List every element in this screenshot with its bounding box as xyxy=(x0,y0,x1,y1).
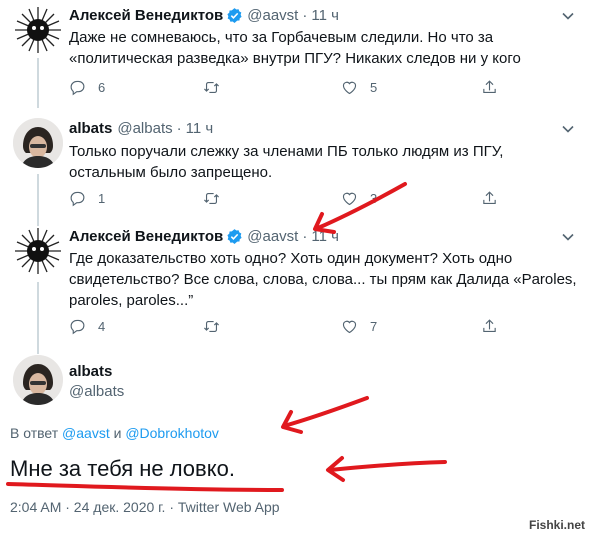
tweet-text: Даже не сомневаюсь, что за Горбачевым сл… xyxy=(69,27,579,69)
tweet-actions: 4 7 xyxy=(69,316,509,336)
tweet-1[interactable]: Алексей Венедиктов @aavst · 11 ч Даже не… xyxy=(0,0,593,108)
tweet-header: Алексей Венедиктов @aavst · 11 ч xyxy=(69,228,339,245)
avatar-aavst-image xyxy=(14,6,62,54)
timestamp[interactable]: 11 ч xyxy=(186,120,214,137)
author-handle[interactable]: @aavst xyxy=(247,7,298,24)
reply-button[interactable]: 1 xyxy=(69,190,105,207)
avatar-albats[interactable] xyxy=(13,355,63,405)
verified-icon xyxy=(227,8,242,23)
tweet-3[interactable]: Алексей Венедиктов @aavst · 11 ч Где док… xyxy=(0,218,593,354)
tweet-meta[interactable]: 2:04 AM · 24 дек. 2020 г. · Twitter Web … xyxy=(10,499,280,515)
tweet-text-line: остальным было запрещено. xyxy=(69,164,273,181)
reply-icon xyxy=(70,319,85,334)
mention-link[interactable]: @aavst xyxy=(62,425,110,441)
tweet-actions: 1 3 xyxy=(69,188,509,208)
timestamp[interactable]: 11 ч xyxy=(311,7,339,24)
tweet-text-line: свидетельство? Все слова, слова, слова..… xyxy=(69,271,577,288)
share-button[interactable] xyxy=(481,318,498,335)
timestamp[interactable]: 11 ч xyxy=(311,228,339,245)
separator-dot: · xyxy=(176,120,182,137)
author-name[interactable]: Алексей Венедиктов xyxy=(69,7,223,24)
retweet-icon xyxy=(204,81,219,93)
reply-to-line: В ответ @aavst и @Dobrokhotov xyxy=(10,425,219,441)
tweet-actions: 6 5 xyxy=(69,77,509,97)
reply-icon xyxy=(70,80,85,95)
share-button[interactable] xyxy=(481,190,498,207)
caret-down-icon[interactable] xyxy=(561,230,575,244)
share-icon xyxy=(483,318,496,332)
main-tweet-text: Мне за тебя не ловко. xyxy=(10,456,235,481)
tweet-header: Алексей Венедиктов @aavst · 11 ч xyxy=(69,7,339,24)
watermark: Fishki.net xyxy=(528,518,585,532)
like-icon xyxy=(342,81,357,94)
reply-button[interactable]: 4 xyxy=(69,318,105,335)
author-handle[interactable]: @aavst xyxy=(247,228,298,245)
reply-count: 4 xyxy=(98,318,106,334)
avatar-aavst[interactable] xyxy=(13,5,63,55)
avatar-aavst-image xyxy=(14,227,62,275)
avatar-albats[interactable] xyxy=(13,118,63,168)
retweet-icon xyxy=(204,320,219,332)
retweet-button[interactable] xyxy=(203,79,220,96)
avatar-albats-image xyxy=(13,118,63,168)
mention-link[interactable]: @Dobrokhotov xyxy=(125,425,219,441)
tweet-text-line: Даже не сомневаюсь, что за Горбачевым сл… xyxy=(69,29,494,46)
like-button[interactable]: 3 xyxy=(341,190,377,207)
tweet-text: Только поручали слежку за членами ПБ тол… xyxy=(69,141,579,183)
reply-icon xyxy=(70,191,85,206)
retweet-icon xyxy=(204,192,219,204)
caret-down-icon[interactable] xyxy=(561,9,575,23)
like-count: 7 xyxy=(370,318,378,334)
tweet-text: Где доказательство хоть одно? Хоть один … xyxy=(69,248,579,311)
like-button[interactable]: 5 xyxy=(341,79,377,96)
caret-down-icon[interactable] xyxy=(561,122,575,136)
tweet-header: albats @albats · 11 ч xyxy=(69,120,213,137)
tweet-text-line: paroles, paroles...” xyxy=(69,292,194,309)
thread-line xyxy=(37,58,39,108)
share-button[interactable] xyxy=(481,79,498,96)
reply-count: 1 xyxy=(98,190,106,206)
author-handle[interactable]: @albats xyxy=(69,383,124,400)
tweet-text-line: Где доказательство хоть одно? Хоть один … xyxy=(69,250,513,267)
reply-prefix: В ответ xyxy=(10,425,59,441)
author-name[interactable]: Алексей Венедиктов xyxy=(69,228,223,245)
tweet-text-line: «политическая разведка» внутри ПГУ? Ника… xyxy=(69,50,521,67)
avatar-aavst[interactable] xyxy=(13,226,63,276)
author-name[interactable]: albats xyxy=(69,363,112,380)
share-icon xyxy=(483,79,496,93)
retweet-button[interactable] xyxy=(203,318,220,335)
main-tweet: albats @albats В ответ @aavst и @Dobrokh… xyxy=(0,343,593,538)
like-icon xyxy=(342,192,357,205)
like-button[interactable]: 7 xyxy=(341,318,377,335)
retweet-button[interactable] xyxy=(203,190,220,207)
separator-dot: · xyxy=(302,7,308,24)
tweet-text-line: Только поручали слежку за членами ПБ тол… xyxy=(69,143,504,160)
reply-button[interactable]: 6 xyxy=(69,79,105,96)
reply-count: 6 xyxy=(98,79,106,95)
tweet-2[interactable]: albats @albats · 11 ч Только поручали сл… xyxy=(0,108,593,228)
like-count: 3 xyxy=(370,190,378,206)
like-count: 5 xyxy=(370,79,378,95)
author-name[interactable]: albats xyxy=(69,120,112,137)
reply-conjunction: и xyxy=(113,425,122,441)
author-handle[interactable]: @albats xyxy=(117,120,172,137)
verified-icon xyxy=(227,229,242,244)
like-icon xyxy=(342,320,357,333)
separator-dot: · xyxy=(302,228,308,245)
avatar-albats-image xyxy=(13,355,63,405)
share-icon xyxy=(483,190,496,204)
